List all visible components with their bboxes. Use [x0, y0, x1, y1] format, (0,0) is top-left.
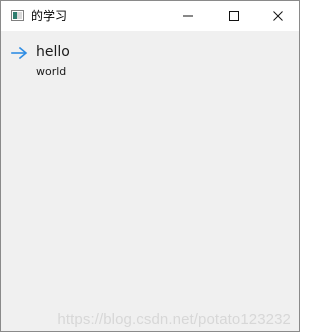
arrow-right-icon: [11, 46, 28, 60]
window-title: 的学习: [31, 9, 68, 23]
title-bar: 的学习: [1, 1, 299, 31]
close-button[interactable]: [255, 1, 301, 31]
minimize-button[interactable]: [165, 1, 211, 31]
item-subtitle: world: [36, 65, 67, 78]
maximize-button[interactable]: [211, 1, 257, 31]
list-item[interactable]: hello world: [11, 43, 131, 79]
close-icon: [273, 11, 283, 21]
item-title: hello: [36, 44, 70, 60]
minimize-icon: [183, 15, 193, 17]
maximize-icon: [229, 11, 239, 21]
watermark-text: https://blog.csdn.net/potato123232: [57, 311, 291, 328]
application-window: 的学习 hello world https://blog.csdn.net/po…: [0, 0, 300, 332]
app-icon: [11, 10, 24, 21]
content-area: hello world https://blog.csdn.net/potato…: [1, 31, 299, 331]
